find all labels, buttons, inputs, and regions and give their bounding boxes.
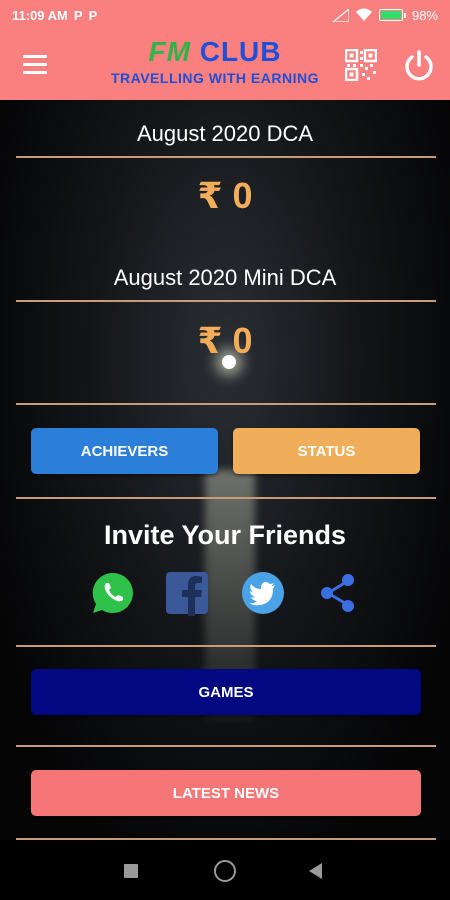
divider <box>16 300 436 302</box>
mini-dca-amount: ₹ 0 <box>197 320 253 361</box>
divider <box>16 497 436 499</box>
app-bar: FM CLUB TRAVELLING WITH EARNING <box>0 30 450 100</box>
logo-fm: FM <box>148 36 191 67</box>
divider <box>16 645 436 647</box>
parking-app-icon: P <box>73 7 83 23</box>
parking-app-icon-2: P <box>88 7 98 23</box>
dca-title: August 2020 DCA <box>136 121 314 146</box>
status-time: 11:09 AM <box>12 7 68 23</box>
divider <box>16 156 436 158</box>
share-icon[interactable] <box>316 570 362 616</box>
invite-title: Invite Your Friends <box>103 520 347 550</box>
back-icon[interactable] <box>309 863 322 879</box>
app-logo: FM CLUB TRAVELLING WITH EARNING <box>90 36 340 86</box>
recent-apps-icon[interactable] <box>124 864 138 878</box>
divider <box>16 403 436 405</box>
twitter-icon[interactable] <box>240 570 286 616</box>
wifi-icon <box>355 8 372 21</box>
power-icon[interactable] <box>402 48 436 82</box>
achievers-button[interactable]: ACHIEVERS <box>31 428 218 474</box>
whatsapp-icon[interactable] <box>90 570 136 616</box>
facebook-icon[interactable] <box>164 570 210 616</box>
status-bar: 11:09 AM P P 98% <box>0 0 450 30</box>
home-icon[interactable] <box>214 860 236 882</box>
battery-percent: 98% <box>411 7 438 23</box>
status-button[interactable]: STATUS <box>233 428 420 474</box>
mini-dca-title: August 2020 Mini DCA <box>113 265 337 290</box>
system-nav-bar <box>0 840 450 900</box>
divider <box>16 745 436 747</box>
latest-news-button[interactable]: LATEST NEWS <box>31 770 421 816</box>
dca-amount: ₹ 0 <box>197 175 253 216</box>
battery-charging-icon <box>378 9 406 21</box>
menu-icon[interactable] <box>23 55 47 75</box>
qr-code-icon[interactable] <box>345 49 377 81</box>
signal-icon <box>332 8 349 22</box>
logo-club: CLUB <box>199 36 282 67</box>
games-button[interactable]: GAMES <box>31 669 421 715</box>
logo-tagline: TRAVELLING WITH EARNING <box>110 70 319 86</box>
